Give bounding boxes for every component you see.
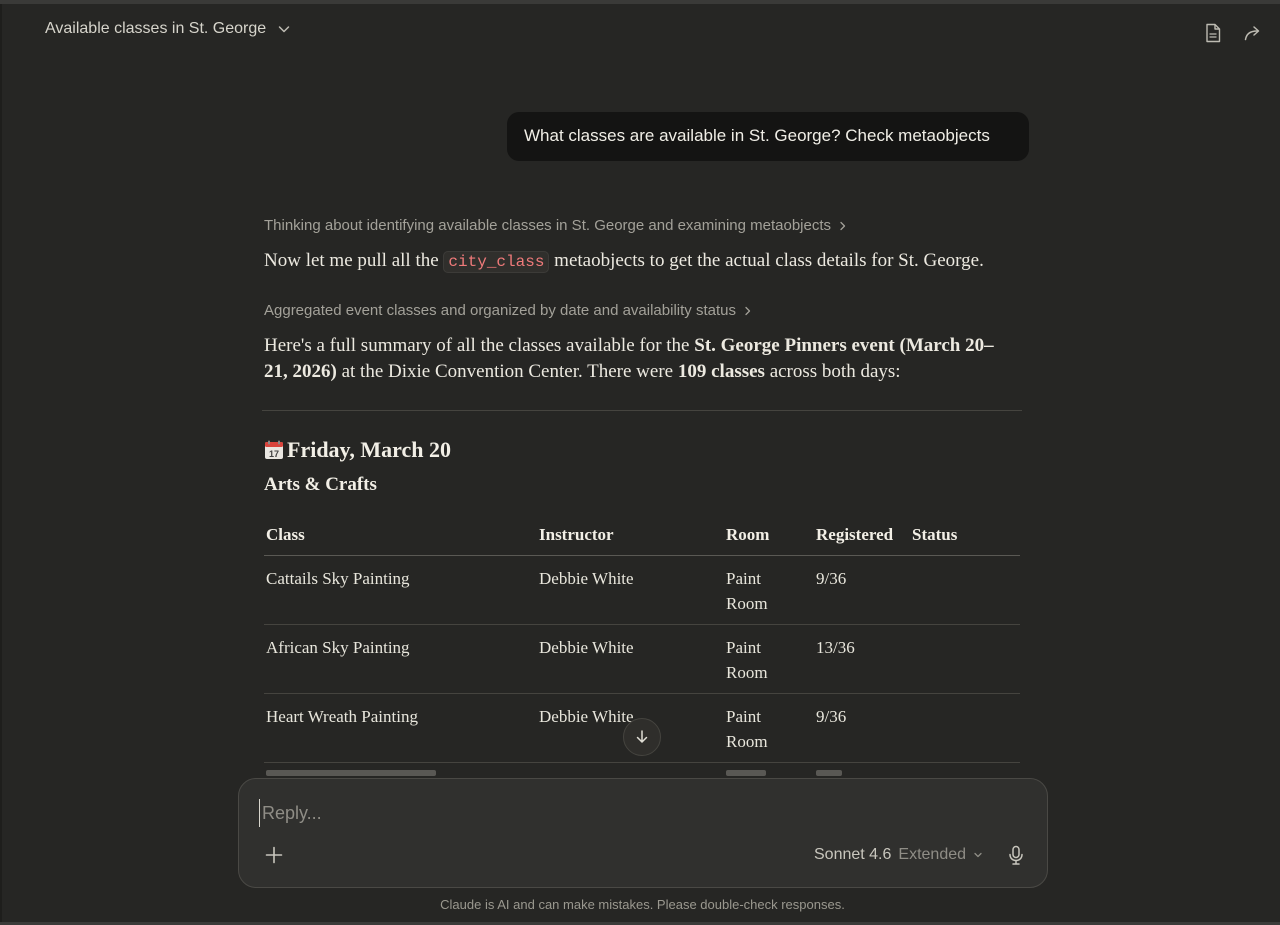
model-selector[interactable]: Sonnet 4.6 Extended [814, 846, 983, 864]
category-heading: Arts & Crafts [264, 474, 377, 495]
paragraph-text: Here's a full summary of all the classes… [264, 335, 690, 356]
cell-instructor: Debbie White [539, 638, 634, 657]
thinking-summary-text: Thinking about identifying available cla… [264, 217, 831, 234]
plus-icon[interactable] [263, 844, 285, 866]
svg-text:17: 17 [269, 449, 279, 459]
assistant-summary-paragraph: Here's a full summary of all the classes… [264, 333, 994, 384]
cell-registered: 9/36 [816, 707, 847, 726]
divider [262, 410, 1022, 411]
day-heading-text: Friday, March 20 [287, 437, 451, 462]
chevron-down-icon [974, 852, 982, 858]
composer: Sonnet 4.6 Extended [238, 778, 1048, 888]
thinking-summary-2[interactable]: Aggregated event classes and organized b… [264, 302, 753, 319]
chevron-down-icon [278, 26, 290, 33]
column-header-status: Status [912, 525, 958, 544]
column-header-room: Room [726, 525, 770, 544]
disclaimer-text: Claude is AI and can make mistakes. Plea… [440, 897, 845, 912]
thinking-summary-1[interactable]: Thinking about identifying available cla… [264, 217, 848, 234]
day-heading: 17 Friday, March 20 [264, 437, 451, 463]
cell-registered: 9/36 [816, 569, 847, 588]
assistant-paragraph-1: Now let me pull all the city_class metao… [264, 248, 1024, 276]
reply-input[interactable] [259, 799, 1019, 827]
column-header-registered: Registered [816, 525, 894, 544]
column-header-instructor: Instructor [539, 525, 614, 544]
conversation-title: Available classes in St. George [45, 20, 267, 37]
cell-class: Cattails Sky Painting [266, 569, 410, 588]
cell-room: Paint Room [726, 638, 768, 682]
window-left-edge [0, 4, 2, 925]
paragraph-text: at the Dixie Convention Center. There we… [341, 360, 674, 382]
cell-registered: 13/36 [816, 638, 855, 657]
paragraph-text: Now let me pull all the [264, 250, 439, 271]
model-name: Sonnet 4.6 [814, 846, 892, 863]
cell-class: Heart Wreath Painting [266, 707, 418, 726]
cell-instructor: Debbie White [539, 569, 634, 588]
chevron-right-icon [840, 221, 846, 230]
conversation-header: Available classes in St. George [0, 4, 1280, 56]
table-row: Cattails Sky Painting Debbie White Paint… [264, 556, 1020, 625]
column-header-class: Class [266, 525, 305, 544]
scroll-to-bottom-button[interactable] [623, 718, 661, 756]
model-mode: Extended [898, 846, 967, 863]
conversation-title-menu[interactable]: Available classes in St. George [45, 20, 292, 38]
arrow-down-icon [636, 730, 648, 743]
chevron-right-icon [745, 306, 751, 315]
table-row: African Sky Painting Debbie White Paint … [264, 625, 1020, 694]
cell-class: African Sky Painting [266, 638, 410, 657]
user-message-bubble: What classes are available in St. George… [507, 112, 1029, 161]
paragraph-text: across both days: [769, 360, 901, 382]
table-row-partially-hidden [264, 770, 1020, 778]
table-header-row: Class Instructor Room Registered Status [264, 518, 1020, 556]
cell-room: Paint Room [726, 569, 768, 613]
microphone-icon[interactable] [1005, 844, 1027, 866]
document-icon[interactable] [1202, 22, 1224, 44]
calendar-icon: 17 [265, 440, 283, 459]
paragraph-text: metaobjects to get the actual class deta… [554, 250, 984, 271]
share-icon[interactable] [1242, 22, 1264, 44]
thinking-summary-text: Aggregated event classes and organized b… [264, 302, 736, 319]
cell-room: Paint Room [726, 707, 768, 751]
inline-code: city_class [443, 251, 550, 273]
class-count: 109 classes [677, 360, 765, 382]
